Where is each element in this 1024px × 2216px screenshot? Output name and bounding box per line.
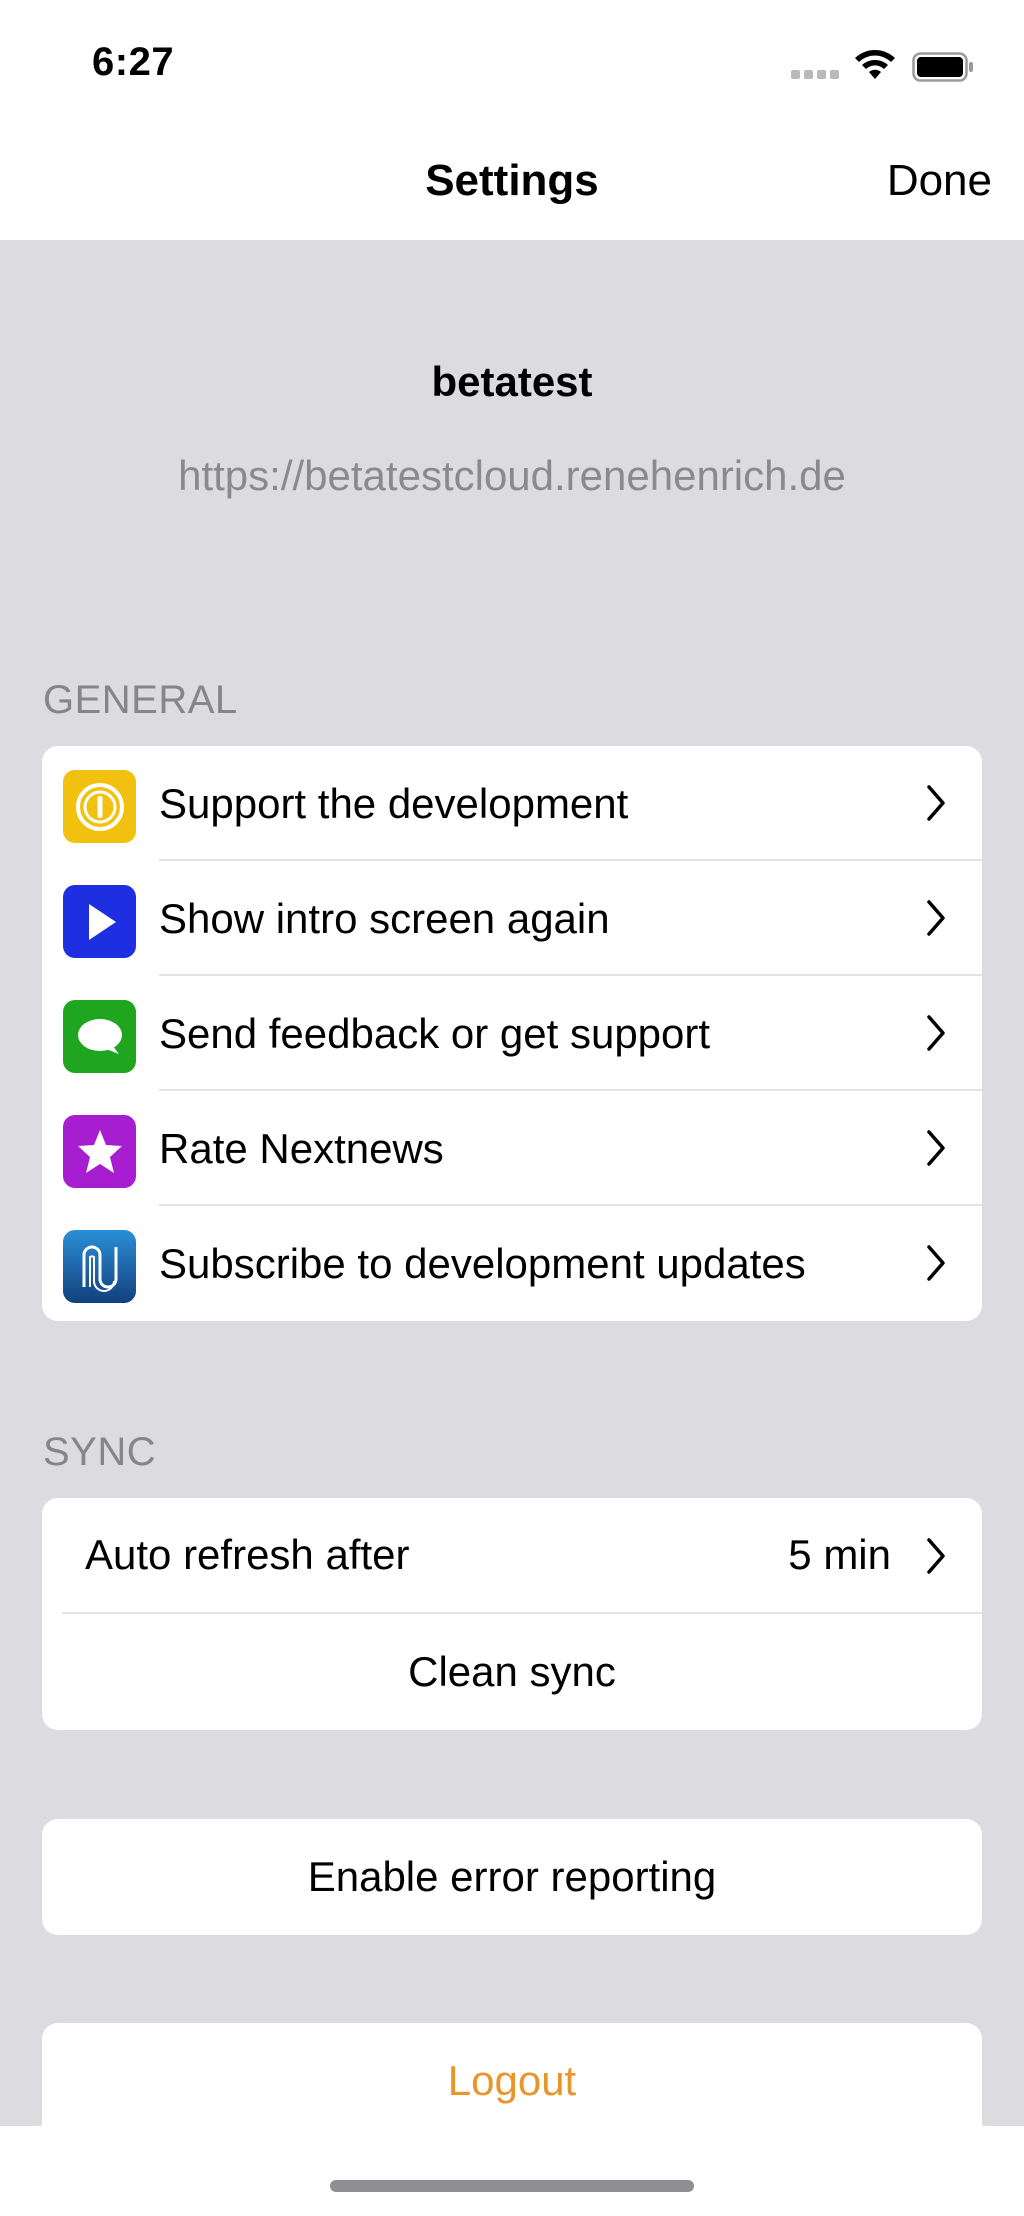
row-label: Subscribe to development updates — [159, 1239, 806, 1287]
section-header-sync: SYNC — [43, 1430, 157, 1474]
account-name: betatest — [431, 358, 593, 405]
account-url: https://betatestcloud.renehenrich.de — [178, 452, 846, 499]
logout-button[interactable]: Logout — [42, 2023, 982, 2126]
show-intro-row[interactable]: Show intro screen again — [42, 861, 982, 976]
auto-refresh-value: 5 min — [788, 1531, 891, 1578]
row-label: Show intro screen again — [159, 894, 610, 942]
star-icon — [63, 1115, 136, 1188]
chevron-right-icon — [927, 1538, 945, 1574]
home-indicator[interactable] — [330, 2180, 694, 2192]
subscribe-updates-row[interactable]: Subscribe to development updates — [42, 1206, 982, 1321]
cellular-signal-icon — [791, 70, 839, 80]
play-icon — [63, 885, 136, 958]
status-bar: 6:27 — [0, 0, 1024, 130]
chevron-right-icon — [927, 1245, 945, 1281]
auto-refresh-row[interactable]: Auto refresh after 5 min — [42, 1498, 982, 1614]
enable-error-reporting-button[interactable]: Enable error reporting — [42, 1819, 982, 1935]
support-development-row[interactable]: Support the development — [42, 746, 982, 861]
general-card: Support the development Show intro scree… — [42, 746, 982, 1321]
row-label: Send feedback or get support — [159, 1009, 711, 1057]
settings-content[interactable]: betatest https://betatestcloud.renehenri… — [0, 240, 1024, 2126]
status-time: 6:27 — [92, 40, 175, 84]
battery-icon — [912, 52, 973, 82]
clean-sync-button[interactable]: Clean sync — [42, 1614, 982, 1730]
section-header-general: GENERAL — [43, 678, 238, 722]
speech-bubble-icon — [63, 1000, 136, 1073]
error-reporting-card: Enable error reporting — [42, 1819, 982, 1935]
done-button[interactable]: Done — [887, 156, 992, 206]
sync-card: Auto refresh after 5 min Clean sync — [42, 1498, 982, 1730]
chevron-right-icon — [927, 900, 945, 936]
auto-refresh-label: Auto refresh after — [85, 1531, 410, 1578]
chevron-right-icon — [927, 1015, 945, 1051]
chevron-right-icon — [927, 1130, 945, 1166]
chevron-right-icon — [927, 785, 945, 821]
row-label: Support the development — [159, 779, 629, 827]
logout-card: Logout — [42, 2023, 982, 2126]
wifi-icon — [855, 50, 895, 79]
rate-app-row[interactable]: Rate Nextnews — [42, 1091, 982, 1206]
row-label: Rate Nextnews — [159, 1124, 444, 1172]
coin-icon — [63, 770, 136, 843]
send-feedback-row[interactable]: Send feedback or get support — [42, 976, 982, 1091]
page-title: Settings — [425, 156, 599, 205]
newsletter-icon — [63, 1230, 136, 1303]
navigation-bar: Settings Done — [0, 130, 1024, 240]
home-area — [0, 2126, 1024, 2216]
